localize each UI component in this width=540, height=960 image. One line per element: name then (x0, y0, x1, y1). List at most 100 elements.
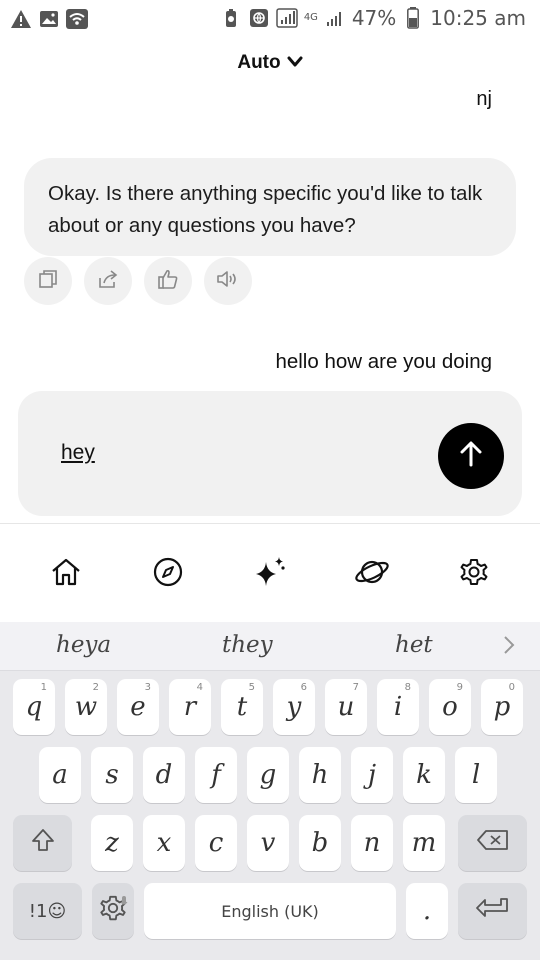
signal-2-icon (324, 7, 346, 29)
key-k[interactable]: k (403, 747, 445, 803)
keyboard-settings-key[interactable] (92, 883, 134, 939)
key-label: p (493, 692, 511, 722)
key-s[interactable]: s (91, 747, 133, 803)
share-button[interactable] (84, 257, 132, 305)
key-label: w (74, 692, 98, 722)
key-g[interactable]: g (247, 747, 289, 803)
shift-key[interactable] (13, 815, 72, 871)
user-message: nj (476, 88, 492, 110)
key-hint: 6 (300, 682, 307, 693)
thumbs-up-icon (157, 268, 179, 295)
bottom-nav (0, 548, 540, 600)
key-z[interactable]: z (91, 815, 133, 871)
key-hint: 1 (40, 682, 47, 693)
message-input[interactable]: hey (61, 441, 95, 465)
nav-explore[interactable] (142, 548, 194, 600)
signal-icon (276, 7, 298, 29)
speaker-icon (216, 269, 240, 294)
key-m[interactable]: m (403, 815, 445, 871)
send-button[interactable] (438, 423, 504, 489)
key-a[interactable]: a (39, 747, 81, 803)
copy-button[interactable] (24, 257, 72, 305)
home-icon (50, 556, 82, 593)
key-x[interactable]: x (143, 815, 185, 871)
arrow-up-icon (456, 439, 486, 474)
chevron-down-icon (287, 52, 303, 74)
network-type-label: 4G (303, 12, 318, 23)
key-b[interactable]: b (299, 815, 341, 871)
user-message: hello how are you doing (275, 350, 492, 373)
read-aloud-button[interactable] (204, 257, 252, 305)
key-w[interactable]: w2 (65, 679, 107, 735)
mic-icon (120, 885, 128, 915)
nav-ai[interactable] (244, 548, 296, 600)
key-hint: 4 (196, 682, 203, 693)
key-c[interactable]: c (195, 815, 237, 871)
symbols-key[interactable]: !1☺ (13, 883, 82, 939)
key-l[interactable]: l (455, 747, 497, 803)
shift-icon (30, 827, 56, 860)
sparkle-icon (252, 554, 288, 595)
key-n[interactable]: n (351, 815, 393, 871)
suggestion-item[interactable]: heya (56, 632, 111, 658)
key-e[interactable]: e3 (117, 679, 159, 735)
key-hint: 3 (144, 682, 151, 693)
key-v[interactable]: v (247, 815, 289, 871)
wifi-icon (66, 8, 88, 30)
key-j[interactable]: j (351, 747, 393, 803)
space-key[interactable]: English (UK) (144, 883, 396, 939)
image-icon (38, 8, 60, 30)
enter-icon (475, 895, 511, 928)
message-composer[interactable]: hey (18, 391, 522, 516)
planet-icon (354, 555, 390, 594)
clock: 10:25 am (430, 6, 526, 30)
suggestion-bar: heya they het (0, 622, 540, 671)
battery-icon (402, 7, 424, 29)
suggestion-item[interactable]: het (395, 632, 433, 658)
compass-icon (152, 556, 184, 593)
key-label: e (130, 692, 146, 722)
nav-settings[interactable] (448, 548, 500, 600)
share-icon (97, 269, 119, 294)
key-hint: 5 (248, 682, 255, 693)
key-hint: 2 (92, 682, 99, 693)
key-f[interactable]: f (195, 747, 237, 803)
key-label: q (25, 692, 43, 722)
key-p[interactable]: p0 (481, 679, 523, 735)
enter-key[interactable] (458, 883, 527, 939)
key-label: o (442, 692, 458, 722)
backspace-key[interactable] (458, 815, 527, 871)
key-t[interactable]: t5 (221, 679, 263, 735)
chevron-right-icon[interactable] (502, 634, 516, 661)
key-hint: 7 (352, 682, 359, 693)
chat-header: Auto (0, 52, 540, 74)
nav-home[interactable] (40, 548, 92, 600)
key-u[interactable]: u7 (325, 679, 367, 735)
thumbs-up-button[interactable] (144, 257, 192, 305)
key-hint: 9 (456, 682, 463, 693)
data-saver-icon (220, 7, 242, 29)
model-label: Auto (237, 52, 281, 73)
backspace-icon (476, 828, 510, 859)
key-y[interactable]: y6 (273, 679, 315, 735)
key-q[interactable]: q1 (13, 679, 55, 735)
key-d[interactable]: d (143, 747, 185, 803)
battery-percent: 47% (351, 6, 397, 30)
key-label: i (393, 692, 403, 722)
key-hint: 8 (404, 682, 411, 693)
key-label: y (286, 692, 302, 722)
nav-discover[interactable] (346, 548, 398, 600)
model-selector[interactable]: Auto (237, 52, 303, 74)
message-actions (24, 257, 252, 305)
alert-icon (10, 8, 32, 30)
key-label: t (236, 692, 248, 722)
key-i[interactable]: i8 (377, 679, 419, 735)
vpn-icon (248, 7, 270, 29)
key-h[interactable]: h (299, 747, 341, 803)
copy-icon (38, 269, 58, 294)
period-key[interactable]: . (406, 883, 448, 939)
key-r[interactable]: r4 (169, 679, 211, 735)
suggestion-item[interactable]: they (222, 632, 273, 658)
divider (0, 523, 540, 524)
key-o[interactable]: o9 (429, 679, 471, 735)
